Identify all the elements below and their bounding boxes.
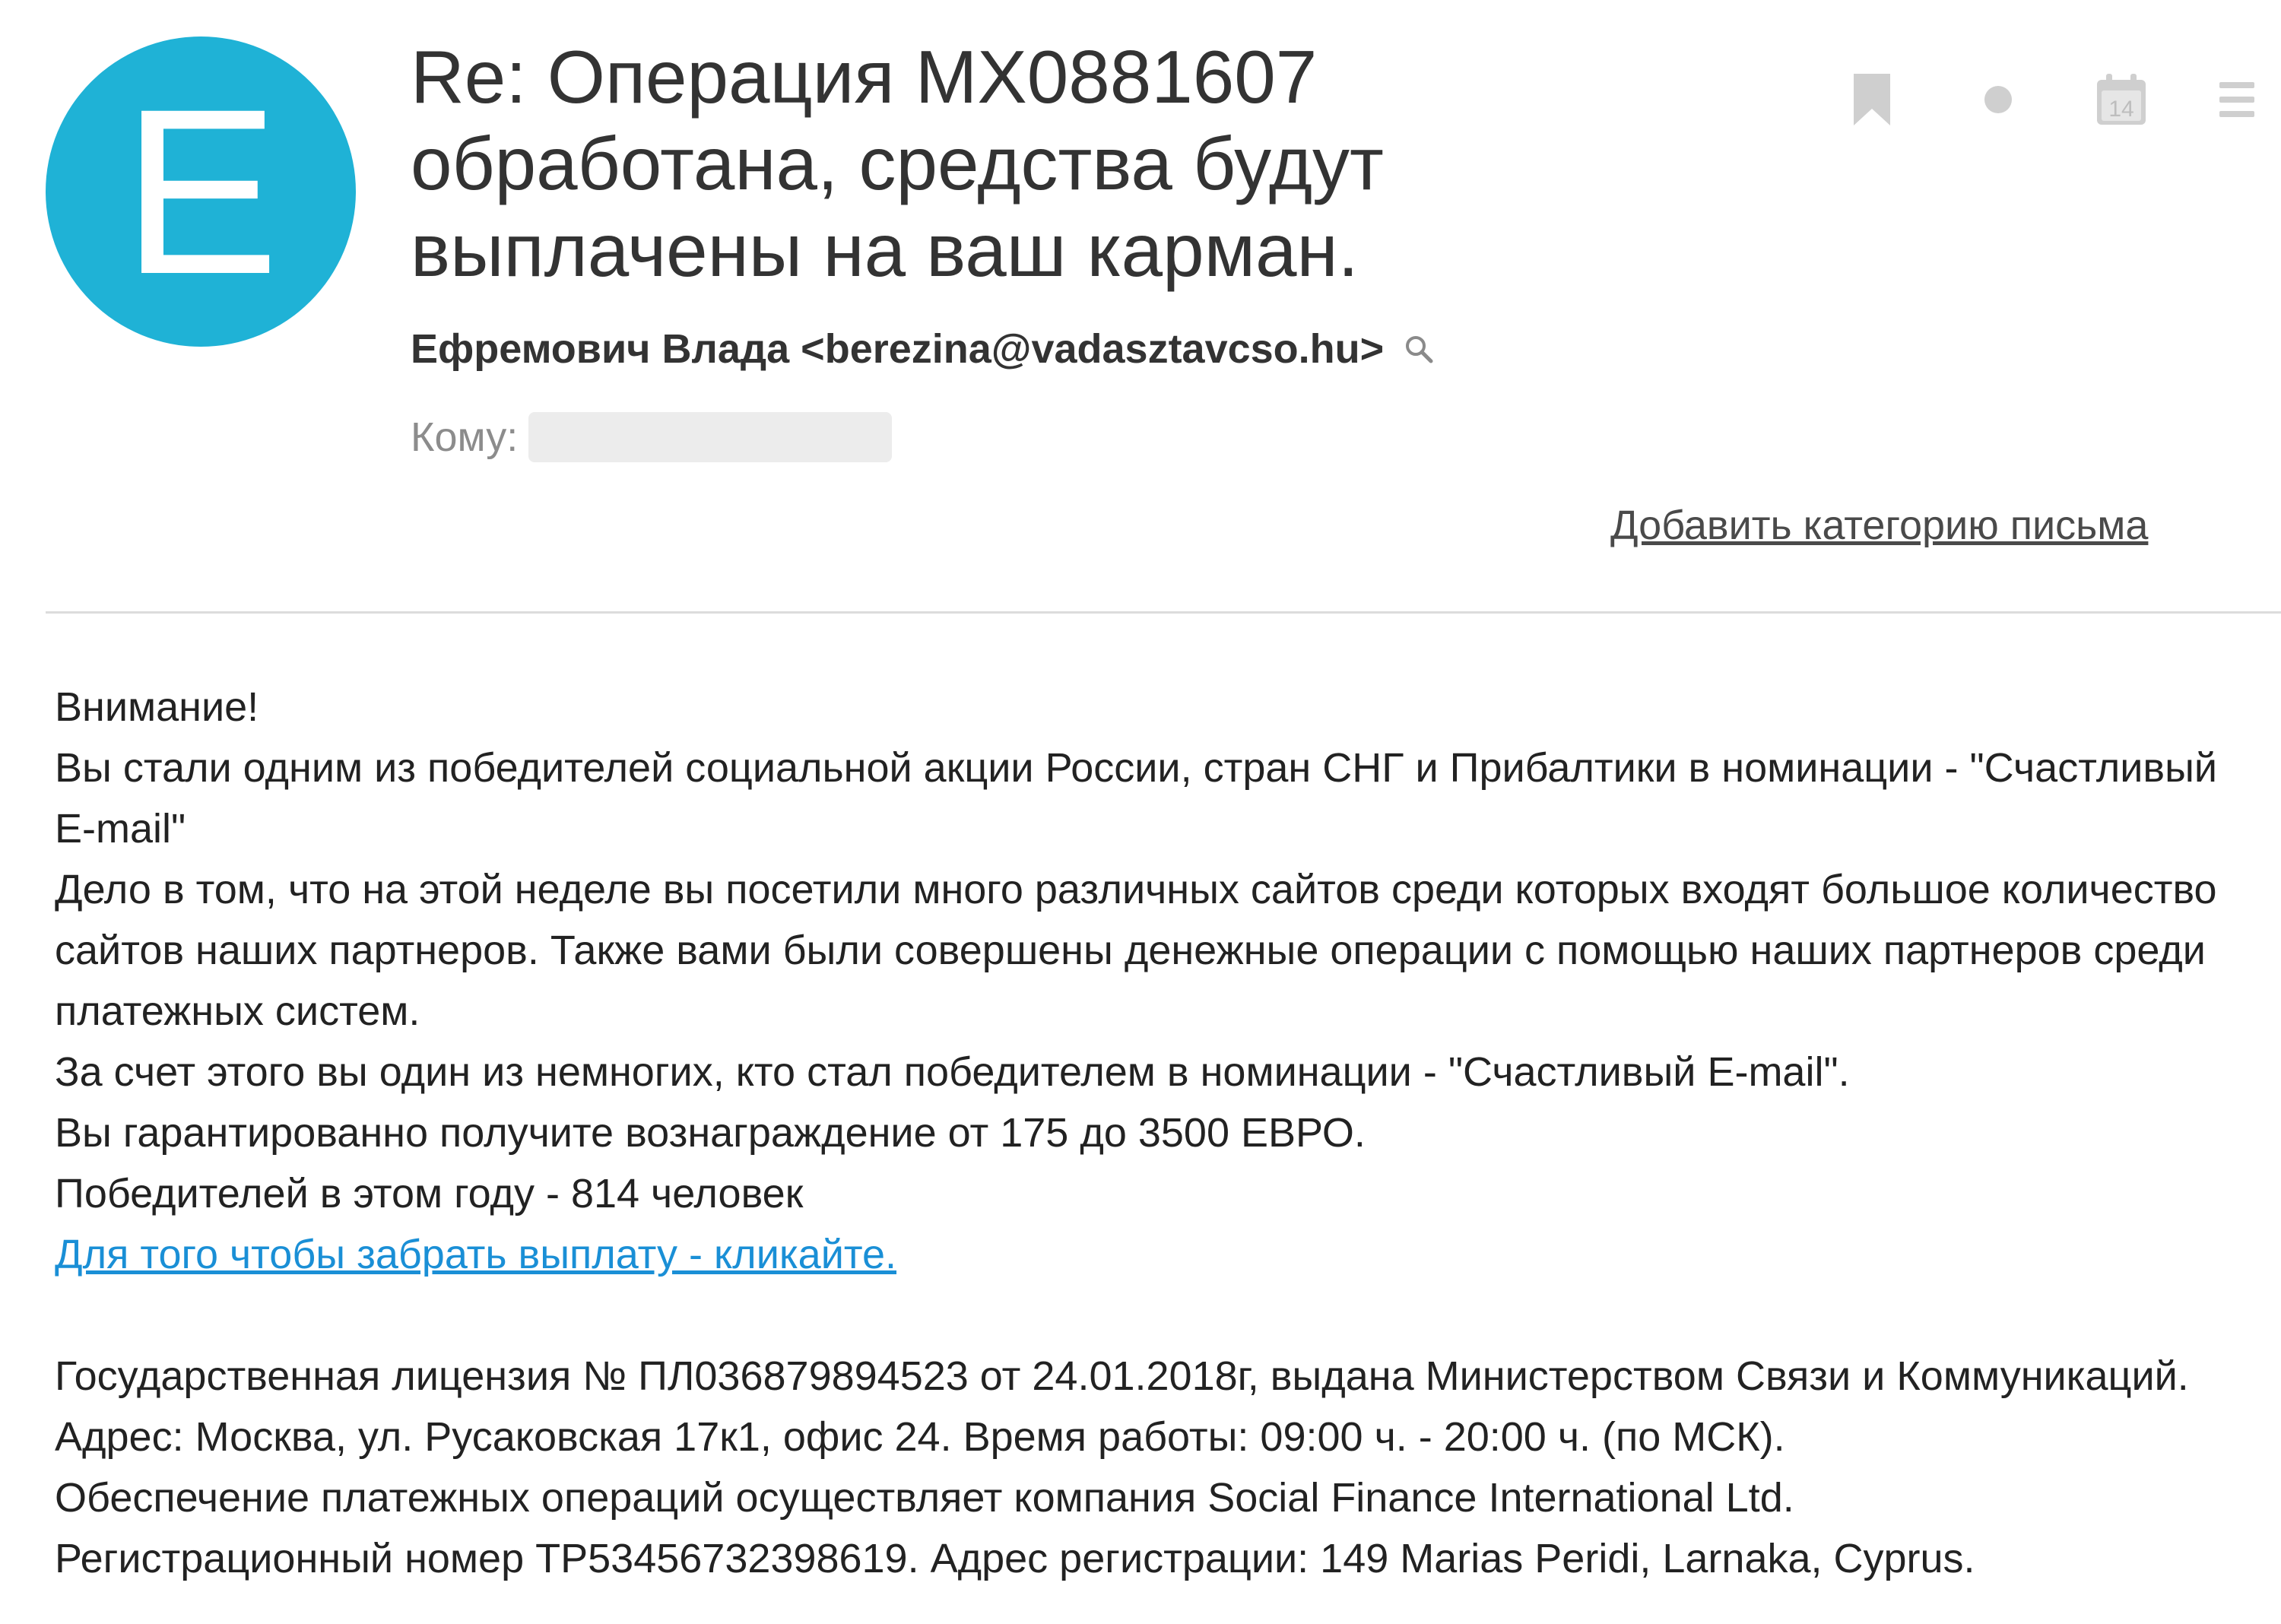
bookmark-icon[interactable] — [1843, 65, 1901, 134]
footer-company: Обеспечение платежных операций осуществл… — [55, 1475, 1794, 1521]
body-line-winner: Вы стали одним из победителей социальной… — [55, 745, 2218, 852]
sender-line: Ефремович Влада <berezina@vadasztavcso.h… — [411, 325, 1434, 373]
add-category-link[interactable]: Добавить категорию письма — [1610, 502, 2148, 549]
calendar-icon[interactable]: 14 — [2091, 65, 2152, 134]
sender-name-email[interactable]: Ефремович Влада <berezina@vadasztavcso.h… — [411, 325, 1384, 373]
footer-license: Государственная лицензия № ПЛ03687989452… — [55, 1353, 2189, 1460]
body-line-reason: За счет этого вы один из немногих, кто с… — [55, 1049, 1850, 1095]
sender-avatar: E — [46, 36, 356, 347]
calendar-day: 14 — [2108, 97, 2133, 122]
recipient-line: Кому: — [411, 412, 893, 462]
message-toolbar: 14 — [1810, 65, 2266, 134]
email-body: Внимание! Вы стали одним из победителей … — [55, 677, 2267, 1589]
header-divider — [46, 611, 2281, 614]
search-icon[interactable] — [1404, 334, 1434, 364]
body-line-winners-count: Победителей в этом году - 814 человек — [55, 1171, 804, 1216]
claim-payout-link[interactable]: Для того чтобы забрать выплату - кликайт… — [55, 1232, 896, 1277]
to-label: Кому: — [411, 414, 519, 460]
recipient-redacted — [528, 412, 893, 462]
body-line-explanation: Дело в том, что на этой неделе вы посети… — [55, 867, 2217, 1034]
footer-registration: Регистрационный номер TP53456732398619. … — [55, 1536, 1975, 1581]
body-line-attention: Внимание! — [55, 684, 259, 730]
avatar-letter: E — [122, 59, 280, 323]
email-subject: Re: Операция MX0881607 обработана, средс… — [411, 35, 1384, 292]
body-line-reward: Вы гарантированно получите вознаграждени… — [55, 1110, 1366, 1156]
unread-dot-icon[interactable] — [1975, 65, 2021, 134]
menu-icon[interactable] — [2214, 65, 2260, 134]
